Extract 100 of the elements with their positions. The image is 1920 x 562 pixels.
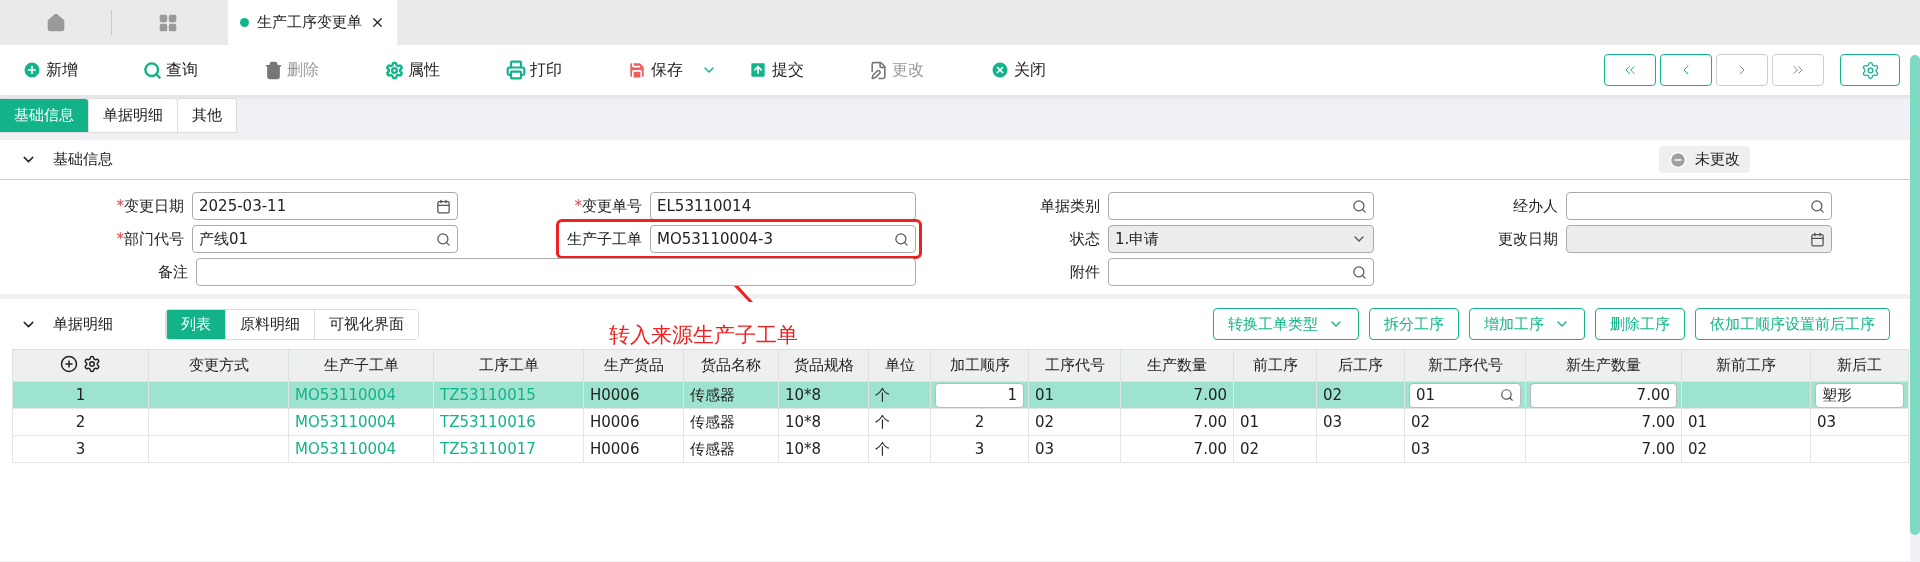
search-icon	[1810, 198, 1825, 214]
input-field[interactable]	[1108, 192, 1374, 220]
pager-button[interactable]	[1604, 54, 1656, 86]
status-badge: 未更改	[1659, 146, 1750, 173]
table-cell: H0006	[583, 408, 684, 436]
cell-input[interactable]: 1	[935, 382, 1024, 408]
table-cell: 10*8	[778, 435, 869, 463]
input-field[interactable]: EL53110014	[650, 192, 916, 220]
table-cell: 3	[930, 435, 1029, 463]
toolbar-button[interactable]: 关闭	[990, 52, 1111, 88]
table-cell: 10*8	[778, 381, 869, 409]
input-field[interactable]: 1.申请	[1108, 225, 1374, 253]
field-label: 状态	[1070, 229, 1100, 249]
toolbar-button[interactable]: 提交	[748, 52, 869, 88]
table-cell: 2	[930, 408, 1029, 436]
calendar-icon	[1810, 231, 1825, 247]
column-header: 货品规格	[778, 349, 869, 382]
table-row[interactable]: 1 MO53110004 TZ53110015 H0006 传感器 10*8 个 1 01 7.00 02 01 7.00 塑形	[12, 381, 1909, 409]
column-header: 货品名称	[683, 349, 779, 382]
settings-icon[interactable]	[82, 354, 101, 373]
toolbar-button[interactable]: 保存	[627, 52, 748, 88]
input-field[interactable]	[196, 258, 916, 286]
table-cell: 7.00	[1525, 435, 1682, 463]
table-cell: 7.00	[1120, 435, 1234, 463]
input-field[interactable]: 2025-03-11	[192, 192, 458, 220]
column-header: 后工序	[1316, 349, 1405, 382]
row-number: 1	[12, 381, 149, 409]
column-header: 前工序	[1233, 349, 1317, 382]
input-field[interactable]	[1108, 258, 1374, 286]
input-field[interactable]	[1566, 192, 1832, 220]
table-cell: 01	[1233, 408, 1317, 436]
column-header: 生产货品	[583, 349, 684, 382]
field-label: 生产子工单	[567, 229, 642, 249]
cell-input[interactable]: 01	[1409, 382, 1521, 408]
cell-input[interactable]: 7.00	[1530, 382, 1677, 408]
toolbar-button[interactable]: 新增	[22, 52, 143, 88]
field-label: 附件	[1070, 262, 1100, 282]
column-header: 加工顺序	[930, 349, 1029, 382]
calendar-icon	[436, 198, 451, 214]
column-header: 变更方式	[148, 349, 289, 382]
column-header: 工序工单	[433, 349, 584, 382]
input-field[interactable]: 产线01	[192, 225, 458, 253]
document-tab[interactable]: 生产工序变更单	[228, 0, 397, 45]
save-icon	[627, 60, 647, 80]
search-icon	[143, 60, 162, 80]
edit-icon	[869, 60, 888, 80]
table-cell: H0006	[583, 381, 684, 409]
input-field[interactable]: MO53110004-3	[650, 225, 916, 253]
table-cell: 02	[1681, 435, 1811, 463]
column-header: 生产子工单	[288, 349, 434, 382]
field-label: 备注	[158, 262, 188, 282]
table-cell: 03	[1028, 435, 1121, 463]
cell-input[interactable]: 塑形	[1815, 382, 1904, 408]
toolbar-button[interactable]: 打印	[506, 52, 627, 88]
home-icon[interactable]	[45, 12, 66, 33]
settings-button[interactable]	[1840, 54, 1900, 86]
view-tab[interactable]: 可视化界面	[314, 309, 418, 339]
scrollbar[interactable]	[1910, 55, 1920, 535]
search-icon	[1352, 198, 1367, 214]
search-icon	[1352, 264, 1367, 280]
table-cell: 02	[1316, 381, 1405, 409]
field-label: 变更单号	[582, 196, 642, 216]
minus-icon	[1669, 150, 1687, 169]
table-cell: 传感器	[683, 435, 779, 463]
close-icon[interactable]	[370, 15, 385, 30]
table-cell: 01	[1028, 381, 1121, 409]
table-cell: 个	[868, 381, 931, 409]
required-mark: *	[116, 197, 124, 215]
required-mark: *	[574, 197, 582, 215]
pager-button[interactable]	[1660, 54, 1712, 86]
column-header: 生产数量	[1120, 349, 1234, 382]
table-cell: 传感器	[683, 381, 779, 409]
table-cell: 02	[1404, 408, 1526, 436]
table-cell: 03	[1404, 435, 1526, 463]
row-number: 2	[12, 408, 149, 436]
row-number: 3	[12, 435, 149, 463]
section-title: 单据明细	[53, 314, 113, 334]
settings-icon	[385, 60, 404, 80]
column-header: 工序代号	[1028, 349, 1121, 382]
status-dot	[240, 18, 249, 27]
field-label: 部门代号	[124, 229, 184, 249]
table-cell: 7.00	[1120, 408, 1234, 436]
grid-icon[interactable]	[158, 12, 178, 33]
search-icon	[1500, 388, 1514, 402]
field-label: 单据类别	[1040, 196, 1100, 216]
required-mark: *	[116, 230, 124, 248]
toolbar-button[interactable]: 查询	[143, 52, 264, 88]
column-header: 新工序代号	[1404, 349, 1526, 382]
section-tab[interactable]: 单据明细	[89, 98, 178, 133]
field-label: 更改日期	[1498, 229, 1558, 249]
toolbar-button[interactable]: 属性	[385, 52, 506, 88]
section-tab[interactable]: 其他	[178, 98, 237, 133]
table-cell: 个	[868, 408, 931, 436]
table-cell: 个	[868, 435, 931, 463]
add-row-icon[interactable]	[60, 354, 79, 373]
table-cell: 02	[1233, 435, 1317, 463]
search-icon	[894, 231, 909, 247]
column-header: 新前工序	[1681, 349, 1811, 382]
section-title: 基础信息	[53, 150, 113, 169]
table-cell: 7.00	[1525, 408, 1682, 436]
